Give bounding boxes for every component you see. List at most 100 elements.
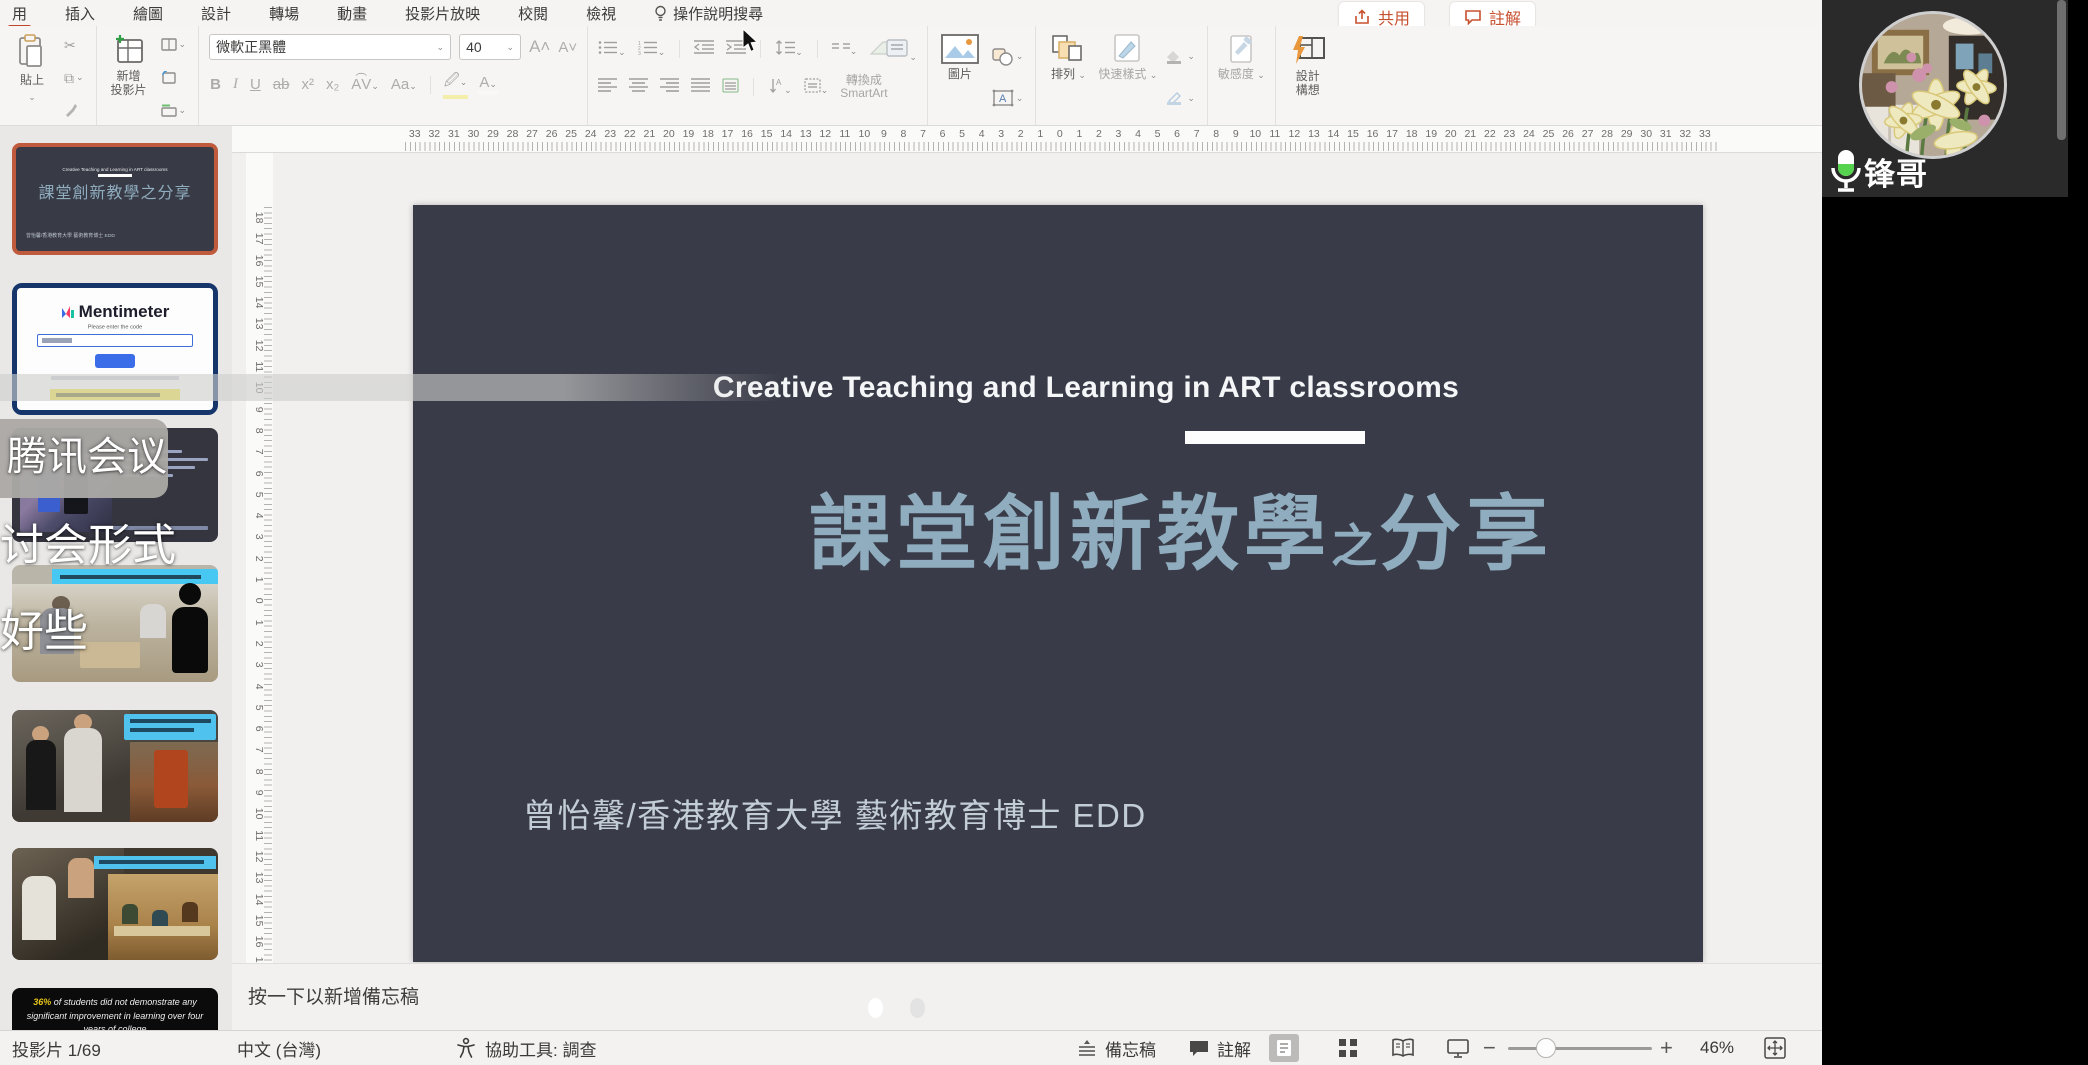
strikethrough-button[interactable]: ab [272,76,291,93]
menu-tab-4[interactable]: 轉場 [267,0,301,27]
menu-tab-2[interactable]: 繪圖 [131,0,165,27]
format-painter-button[interactable] [62,101,86,119]
highlight-color-button[interactable]: 🖉⌄ [443,70,469,99]
align-right-icon [660,78,679,92]
font-group: 微軟正黑體⌄ 40⌄ A˄ A˅ B I U ab x² x₂ A︠V︡⌄ [199,26,588,125]
font-name-value: 微軟正黑體 [216,37,286,57]
comments-toggle[interactable]: 註解 [1189,1031,1251,1065]
menu-tab-0[interactable]: 用 [10,0,29,27]
microphone-icon [1828,148,1864,194]
zoom-slider-knob[interactable] [1536,1038,1556,1058]
shapes-icon [992,48,1014,66]
columns-icon [832,41,850,54]
reading-view-button[interactable] [1388,1034,1418,1062]
shape-fill-button[interactable]: ⌄ [1165,48,1197,66]
reset-button[interactable] [159,69,189,86]
paste-button[interactable]: 貼上⌄ [10,34,54,121]
menu-tab-7[interactable]: 校閱 [516,0,550,27]
thumbnail-slide-6[interactable] [12,848,218,960]
menu-tab-1[interactable]: 插入 [63,0,97,27]
zoom-slider[interactable] [1508,1047,1652,1050]
font-color-button[interactable]: A⌄ [478,74,498,95]
accessibility-status[interactable]: 協助工具: 調查 [455,1031,596,1065]
bullets-icon [598,40,618,55]
insert-group: 圖片 ⌄ A⌄ [928,26,1037,125]
menu-tab-8[interactable]: 檢視 [584,0,618,27]
numbering-button[interactable]: 123⌄ [638,40,666,59]
thumb6-caption-bar [94,856,216,869]
notes-toggle[interactable]: 備忘稿 [1077,1031,1156,1065]
lightbulb-icon [654,5,667,21]
line-spacing-icon [775,40,795,55]
zoom-percentage[interactable]: 46% [1700,1031,1734,1065]
picture-icon [941,34,979,64]
shape-outline-button[interactable]: ⌄ [1165,89,1197,107]
line-spacing-button[interactable]: ⌄ [775,40,803,59]
quick-styles-button[interactable]: 快速樣式 ⌄ [1098,34,1157,121]
character-spacing-button[interactable]: A︠V︡⌄ [350,76,380,93]
font-size-select[interactable]: 40⌄ [459,34,521,60]
zoom-out-button[interactable]: − [1483,1031,1496,1065]
align-center-button[interactable] [629,78,648,96]
change-case-button[interactable]: Aa⌄ [390,76,418,93]
superscript-button[interactable]: x² [300,76,315,93]
slideshow-view-button[interactable] [1443,1034,1473,1062]
bold-button[interactable]: B [209,76,222,93]
new-slide-button[interactable]: 新增 投影片 [107,34,151,121]
align-right-button[interactable] [660,78,679,96]
align-left-button[interactable] [598,78,617,96]
sensitivity-button[interactable]: 敏感度 ⌄ [1218,34,1265,121]
smartart-graphic-icon[interactable]: ⌄ [869,34,917,64]
columns-button[interactable]: ⌄ [832,41,858,58]
design-ideas-button[interactable]: 設計 構想 [1286,34,1330,121]
bullets-button[interactable]: ⌄ [598,40,626,59]
shapes-button[interactable]: ⌄ [990,46,1026,68]
notes-pane[interactable]: 按一下以新增備忘稿 [232,963,1822,1030]
svg-text:3: 3 [638,51,641,55]
justify-button[interactable] [691,78,710,96]
section-button[interactable]: ⌄ [159,102,189,119]
slide-canvas[interactable]: Creative Teaching and Learning in ART cl… [413,205,1703,962]
avatar-photo-flowers [1862,14,2007,159]
thumb7-text: of students did not demonstrate any sign… [27,997,204,1030]
copy-button[interactable]: ⧉⌄ [62,69,86,87]
thumb7-highlight: 36% [33,997,51,1007]
decrease-font-button[interactable]: A˅ [558,39,577,56]
sensitivity-icon [1225,34,1257,64]
layout-button[interactable]: ⌄ [159,36,189,53]
meeting-video-tile[interactable]: 锋哥 [1822,0,2088,197]
zoom-in-button[interactable]: + [1660,1031,1673,1065]
menu-tab-9[interactable]: 操作說明搜尋 [652,0,765,27]
increase-font-button[interactable]: A˄ [529,37,550,57]
convert-smartart-button[interactable]: 轉換成 SmartArt [840,74,887,100]
underline-button[interactable]: U [249,76,262,93]
meeting-panel-scrollbar[interactable] [2057,0,2066,140]
meeting-caption-3: 好些 [0,595,88,659]
format-painter-icon [64,103,78,117]
align-text-button[interactable]: ⌄ [804,78,829,97]
menu-tab-3[interactable]: 設計 [199,0,233,27]
menu-tab-5[interactable]: 動畫 [335,0,369,27]
mentimeter-submit-button [95,354,135,368]
add-remove-columns-button[interactable] [722,78,739,97]
decrease-indent-button[interactable] [694,40,714,58]
cut-button[interactable]: ✂ [62,36,86,54]
italic-button[interactable]: I [232,76,239,93]
thumbnail-slide-5[interactable] [12,710,218,822]
font-name-select[interactable]: 微軟正黑體⌄ [209,34,451,60]
thumb1-title-zh: 課堂創新教學之分享 [16,179,214,203]
fit-to-window-button[interactable] [1764,1031,1786,1065]
arrange-button[interactable]: 排列 ⌄ [1046,34,1090,121]
align-left-icon [598,78,617,92]
thumbnail-slide-7[interactable]: 36% of students did not demonstrate any … [12,988,218,1030]
picture-button[interactable]: 圖片 [938,34,982,121]
language-indicator[interactable]: 中文 (台灣) [237,1031,321,1065]
text-box-button[interactable]: A⌄ [990,87,1026,109]
layout-icon [161,38,177,51]
text-direction-button[interactable]: A⌄ [768,78,792,97]
thumbnail-slide-1[interactable]: Creative Teaching and Learning in ART cl… [12,143,218,255]
slide-sorter-view-button[interactable] [1333,1034,1363,1062]
menu-tab-6[interactable]: 投影片放映 [403,0,482,27]
normal-view-button[interactable] [1269,1034,1299,1062]
subscript-button[interactable]: x₂ [325,76,340,93]
